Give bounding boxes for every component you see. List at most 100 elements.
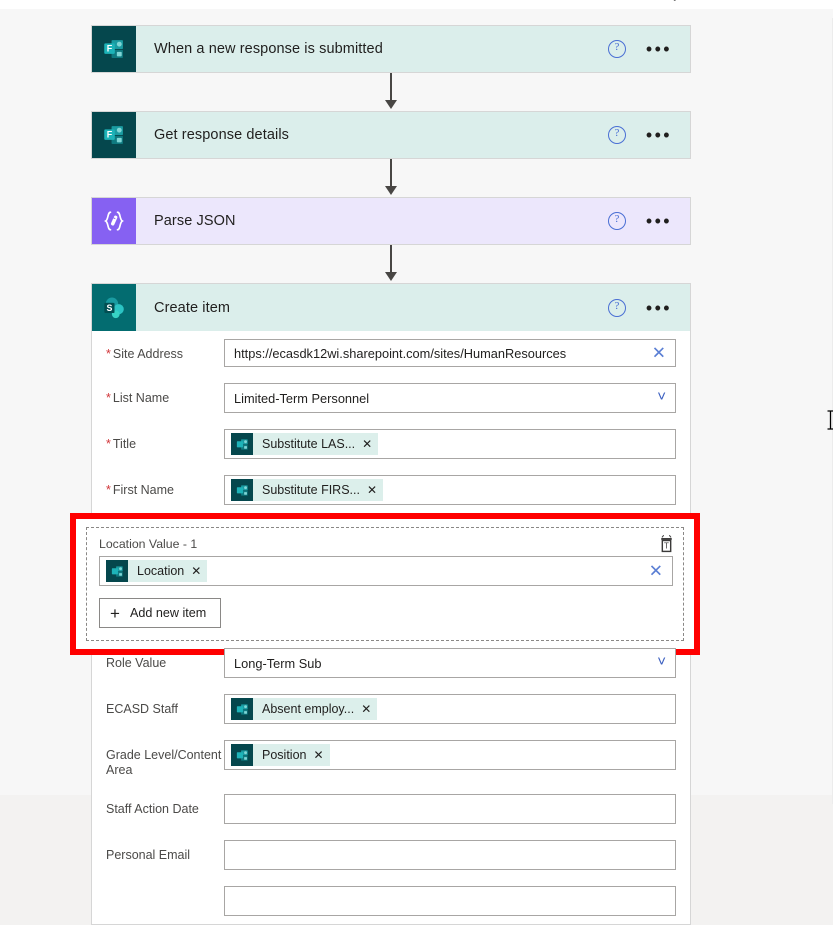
field-row-title: * Title Substitute LAS... ✕ xyxy=(92,421,690,467)
flow-step-title: Create item xyxy=(154,299,231,316)
flow-step-title: When a new response is submitted xyxy=(154,41,383,57)
token-label: Substitute FIRS... xyxy=(262,483,360,497)
title-input[interactable]: Substitute LAS... ✕ xyxy=(224,429,676,459)
site-address-input[interactable]: https://ecasdk12wi.sharepoint.com/sites/… xyxy=(224,339,676,367)
flow-step-actions: ? ••• xyxy=(607,198,690,244)
more-options-icon[interactable]: ••• xyxy=(646,212,672,230)
field-label xyxy=(106,886,224,894)
field-label: Staff Action Date xyxy=(106,802,199,816)
list-name-dropdown[interactable]: Limited-Term Personnel ˅ xyxy=(224,383,676,413)
flow-step-title: Get response details xyxy=(154,127,289,143)
personal-email-input[interactable] xyxy=(224,840,676,870)
staff-action-date-input[interactable] xyxy=(224,794,676,824)
required-asterisk: * xyxy=(106,391,111,405)
microsoft-forms-icon: F xyxy=(92,112,136,158)
array-item-label: Location Value - 1 xyxy=(99,537,198,551)
location-value-input[interactable]: Location ✕ ✕ xyxy=(99,556,673,586)
clear-icon[interactable]: ✕ xyxy=(649,563,663,580)
microsoft-forms-icon xyxy=(231,744,253,766)
chevron-down-icon[interactable]: ˅ xyxy=(657,389,666,404)
flow-step-create-item-header[interactable]: S Create item ? ••• xyxy=(91,283,691,331)
undo-label: Undo xyxy=(563,0,593,1)
field-row-site-address: * Site Address https://ecasdk12wi.sharepo… xyxy=(92,331,690,375)
connector-arrowhead xyxy=(385,100,397,109)
microsoft-forms-icon xyxy=(231,479,253,501)
add-new-item-button[interactable]: + Add new item xyxy=(99,598,222,628)
field-row-list-name: * List Name Limited-Term Personnel ˅ xyxy=(92,375,690,421)
svg-text:F: F xyxy=(107,129,113,139)
svg-text:T: T xyxy=(664,541,669,550)
field-row-personal-email: Personal Email xyxy=(92,832,690,878)
redo-label: Redo xyxy=(625,0,655,1)
dynamic-token-chip[interactable]: Absent employ... ✕ xyxy=(231,698,378,720)
flow-step-title: Parse JSON xyxy=(154,213,236,229)
connector-line xyxy=(390,73,392,102)
field-label: ECASD Staff xyxy=(106,702,179,716)
field-label: * First Name xyxy=(106,483,174,497)
undo-icon: ↶ xyxy=(548,0,558,1)
flow-step-actions: ? ••• xyxy=(607,284,690,331)
next-field-input[interactable] xyxy=(224,886,676,916)
connector-line xyxy=(390,245,392,274)
field-label: Grade Level/Content Area xyxy=(106,748,222,777)
flow-step-get-response-details[interactable]: F Get response details ? ••• xyxy=(91,111,691,159)
field-label: * Title xyxy=(106,437,137,451)
more-options-icon[interactable]: ••• xyxy=(646,40,672,58)
field-label: * List Name xyxy=(106,391,170,405)
field-row-ecasd-staff: ECASD Staff Absent employ... ✕ xyxy=(92,686,690,732)
site-address-value: https://ecasdk12wi.sharepoint.com/sites/… xyxy=(234,345,567,361)
chevron-down-icon[interactable]: ˅ xyxy=(657,654,666,669)
required-asterisk: * xyxy=(106,483,111,497)
field-row-next-partial xyxy=(92,878,690,924)
microsoft-forms-icon xyxy=(231,433,253,455)
dynamic-token-chip[interactable]: Substitute LAS... ✕ xyxy=(231,433,379,455)
remove-token-icon[interactable]: ✕ xyxy=(313,749,323,761)
flow-step-actions: ? ••• xyxy=(607,26,690,72)
undo-button[interactable]: ↶ Undo xyxy=(548,0,593,1)
svg-text:S: S xyxy=(106,303,112,313)
remove-token-icon[interactable]: ✕ xyxy=(361,703,371,715)
help-icon[interactable]: ? xyxy=(607,126,626,144)
dynamic-token-chip[interactable]: Substitute FIRS... ✕ xyxy=(231,479,384,501)
comment-icon: 💬 xyxy=(672,0,687,1)
connector-arrow xyxy=(91,159,691,197)
field-control: Position ✕ xyxy=(224,740,676,770)
field-row-staff-action-date: Staff Action Date xyxy=(92,786,690,832)
ecasd-staff-input[interactable]: Absent employ... ✕ xyxy=(224,694,676,724)
connector-arrowhead xyxy=(385,272,397,281)
remove-token-icon[interactable]: ✕ xyxy=(362,438,372,450)
location-value-highlight: Location Value - 1 Location ✕ ✕ + Add ne… xyxy=(70,513,700,655)
remove-token-icon[interactable]: ✕ xyxy=(367,484,377,496)
microsoft-forms-icon xyxy=(231,698,253,720)
comments-button[interactable]: 💬 Comments xyxy=(672,0,757,1)
array-section-spacer: Location Value - 1 Location ✕ ✕ + Add ne… xyxy=(70,513,700,655)
flow-step-column: F When a new response is submitted ? ••• xyxy=(70,25,700,925)
role-value-dropdown[interactable]: Long-Term Sub ˅ xyxy=(224,648,676,678)
create-item-form: * Site Address https://ecasdk12wi.sharepo… xyxy=(70,331,700,925)
field-row-grade-level-content-area: Grade Level/Content Area Position ✕ xyxy=(92,732,690,786)
more-options-icon[interactable]: ••• xyxy=(646,299,672,317)
sharepoint-icon: S xyxy=(92,284,136,331)
field-control: Substitute FIRS... ✕ xyxy=(224,475,676,505)
role-value-value: Long-Term Sub xyxy=(234,655,322,671)
redo-button[interactable]: ↷ Redo xyxy=(610,0,655,1)
trash-icon[interactable]: T xyxy=(657,534,676,554)
flow-step-parse-json[interactable]: Parse JSON ? ••• xyxy=(91,197,691,245)
field-control: Absent employ... ✕ xyxy=(224,694,676,724)
field-control xyxy=(224,794,676,824)
remove-token-icon[interactable]: ✕ xyxy=(191,565,201,577)
more-options-icon[interactable]: ••• xyxy=(646,126,672,144)
copilot-button[interactable]: ■ xyxy=(773,0,780,1)
dynamic-token-chip[interactable]: Position ✕ xyxy=(231,744,330,766)
help-icon[interactable]: ? xyxy=(607,40,626,58)
grade-level-input[interactable]: Position ✕ xyxy=(224,740,676,770)
connector-arrow xyxy=(91,73,691,111)
dynamic-token-chip[interactable]: Location ✕ xyxy=(106,560,208,582)
first-name-input[interactable]: Substitute FIRS... ✕ xyxy=(224,475,676,505)
clear-icon[interactable]: ✕ xyxy=(652,345,666,362)
flow-designer-canvas: F When a new response is submitted ? ••• xyxy=(0,9,833,925)
help-icon[interactable]: ? xyxy=(607,212,626,230)
flow-step-when-a-new-response-is-submitted[interactable]: F When a new response is submitted ? ••• xyxy=(91,25,691,73)
field-control: Long-Term Sub ˅ xyxy=(224,648,676,678)
help-icon[interactable]: ? xyxy=(607,298,626,317)
